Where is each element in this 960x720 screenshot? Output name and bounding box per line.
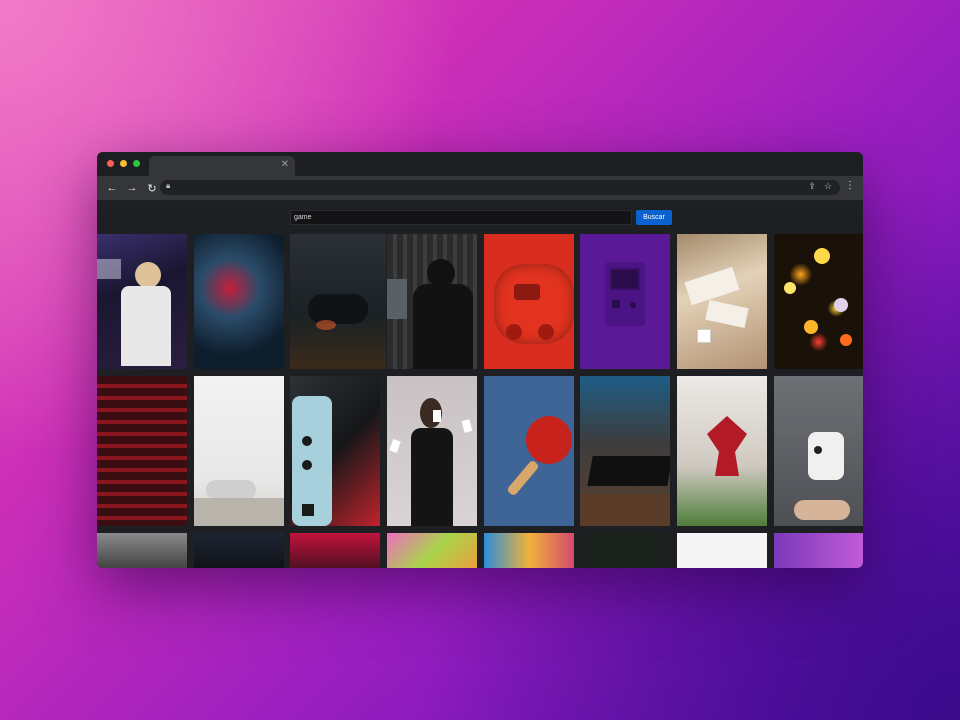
gallery-image-cards-dice[interactable] — [677, 234, 767, 369]
title-bar: ✕ — [97, 152, 863, 176]
gallery-image-game-boy[interactable] — [580, 234, 670, 369]
lock-icon[interactable]: 🔒︎ — [166, 181, 170, 191]
gallery-image-row3-1[interactable] — [97, 533, 187, 568]
search-button[interactable]: Buscar — [636, 210, 672, 225]
browser-window: ✕ ← → ↻ 🔒︎ ⇪ ☆ ⋮ Buscar — [97, 152, 863, 568]
search-bar: Buscar — [290, 210, 672, 225]
arrow-right-icon[interactable]: → — [123, 182, 141, 194]
arrow-left-icon[interactable]: ← — [103, 182, 121, 194]
gallery-image-gamer[interactable] — [387, 234, 477, 369]
search-input[interactable] — [290, 210, 632, 225]
share-icon[interactable]: ⇪ — [808, 181, 816, 192]
close-icon[interactable]: ✕ — [281, 159, 289, 170]
gallery-image-vr-on-table[interactable] — [194, 376, 284, 526]
gallery-image-row3-6[interactable] — [580, 533, 670, 568]
browser-tab[interactable]: ✕ — [149, 156, 295, 176]
reload-icon[interactable]: ↻ — [143, 182, 161, 195]
gallery-image-row3-5[interactable] — [484, 533, 574, 568]
window-minimize-button[interactable] — [120, 160, 127, 167]
browser-toolbar: ← → ↻ 🔒︎ ⇪ ☆ ⋮ — [97, 176, 863, 200]
gallery-image-circuit[interactable] — [194, 234, 284, 369]
page-content: Buscar — [97, 202, 863, 568]
star-icon[interactable]: ☆ — [824, 181, 832, 192]
window-maximize-button[interactable] — [133, 160, 140, 167]
gallery-image-row3-3[interactable] — [290, 533, 380, 568]
gallery-image-slot-machines[interactable] — [97, 376, 187, 526]
gallery-image-woman-cards[interactable] — [387, 376, 477, 526]
gallery-image-bokeh[interactable] — [774, 234, 863, 369]
address-bar[interactable]: 🔒︎ ⇪ ☆ — [160, 180, 840, 195]
gallery-image-gaming-desk[interactable] — [580, 376, 670, 526]
gallery-image-vr-person[interactable] — [97, 234, 187, 369]
gallery-image-row3-7[interactable] — [677, 533, 767, 568]
gallery-image-row3-8[interactable] — [774, 533, 863, 568]
gallery-image-ping-pong[interactable] — [484, 376, 574, 526]
kebab-menu-icon[interactable]: ⋮ — [845, 180, 855, 191]
gallery-image-row3-4[interactable] — [387, 533, 477, 568]
gallery-image-row3-2[interactable] — [194, 533, 284, 568]
gallery-image-handheld-buttons[interactable] — [290, 376, 380, 526]
gallery-image-floating-gamepad[interactable] — [774, 376, 863, 526]
gallery-image-dark-controller[interactable] — [290, 234, 386, 369]
gallery-image-red-gamepad[interactable] — [484, 234, 574, 369]
gallery-image-dragon[interactable] — [677, 376, 767, 526]
window-close-button[interactable] — [107, 160, 114, 167]
